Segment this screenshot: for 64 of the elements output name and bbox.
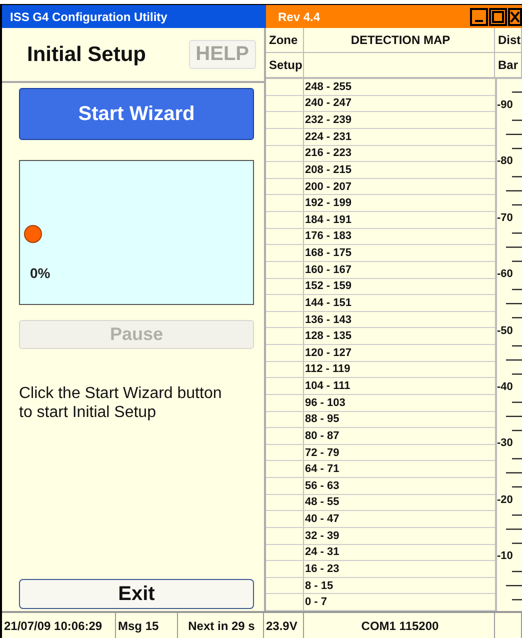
zone-range-cell-text: 112 - 119 [304,362,352,378]
status-field: Next in 29 s [178,613,264,638]
close-icon [510,10,520,22]
zone-range-cell-text: 216 - 223 [304,146,352,162]
close-button[interactable] [508,8,522,26]
scale-label: -10 [497,550,513,562]
zone-range-cell-text: 48 - 55 [304,495,340,510]
column-header: Zone [266,28,304,53]
scale-label: -30 [497,437,513,450]
zone-range-cell-text: 16 - 23 [304,562,340,577]
zone-range-cell-text: 176 - 183 [304,229,352,244]
scale-label: -80 [497,155,513,168]
zone-range-cell-text: 40 - 47 [304,512,340,527]
zone-range-cell-text: 104 - 111 [304,379,352,394]
scale-label: -70 [497,212,513,224]
zone-range-cell-text: 168 - 175 [304,246,352,261]
column-header: DETECTION MAP [304,28,495,53]
zone-range-cell-text: 0 - 7 [304,595,328,610]
zone-range-cell-text: 64 - 71 [304,462,340,477]
zone-range-cell-text: 200 - 207 [304,180,352,194]
zone-range-cell-text: 120 - 127 [304,346,352,361]
zone-range-cell-text: 192 - 199 [304,196,352,211]
zone-range-cell-text: 88 - 95 [304,412,340,428]
maximize-button[interactable] [489,8,507,26]
zone-range-cell-text: 24 - 31 [304,545,340,560]
zone-range-cell-text: 152 - 159 [304,279,352,294]
zone-range-cell-text: 224 - 231 [304,130,352,144]
minimize-button[interactable] [470,8,488,26]
scale-label: -60 [497,268,513,280]
status-field: COM1 115200 [304,613,495,638]
scale-label: -20 [497,494,513,506]
zone-range-cell-text: 240 - 247 [304,96,352,112]
progress-reading: 0% [30,265,50,281]
zone-range-cell-text: 248 - 255 [304,80,352,95]
start-wizard-button[interactable]: Start Wizard [19,88,254,140]
status-field: 23.9V [264,613,304,638]
zone-range-cell-text: 72 - 79 [304,446,340,460]
zone-range-cell-text: 144 - 151 [304,296,352,311]
exit-button[interactable]: Exit [19,579,254,609]
scale-label: -40 [497,381,513,393]
column-header: Bar [495,53,522,79]
column-header: Dist [495,28,522,53]
minimize-icon [475,20,483,22]
zone-range-cell-text: 184 - 191 [304,212,352,228]
zone-range-cell-text: 8 - 15 [304,578,334,594]
window-title: ISS G4 Configuration Utility [10,10,168,24]
maximize-icon [492,10,504,22]
zone-range-cell-text: 136 - 143 [304,312,352,328]
zone-range-cell-text: 232 - 239 [304,113,352,128]
scale-label: -50 [497,324,513,337]
zone-range-cell-text: 160 - 167 [304,262,352,278]
zone-range-cell-text: 128 - 135 [304,329,352,344]
scale-label: -90 [497,99,513,111]
zone-range-cell-text: 80 - 87 [304,428,340,444]
revision-label: Rev 4.4 [278,10,320,24]
zone-range-cell-text: 56 - 63 [304,478,340,494]
zone-range-cell-text: 208 - 215 [304,162,352,178]
status-field: Msg 15 [116,613,178,638]
status-field: 21/07/09 10:06:29 [2,613,116,638]
instruction-text: Click the Start Wizard button to start Initial Setup [19,384,223,422]
column-header: Setup [266,53,304,79]
zone-range-cell-text: 96 - 103 [304,396,346,410]
zone-range-cell-text: 32 - 39 [304,528,340,544]
section-heading: Initial Setup [27,42,146,66]
